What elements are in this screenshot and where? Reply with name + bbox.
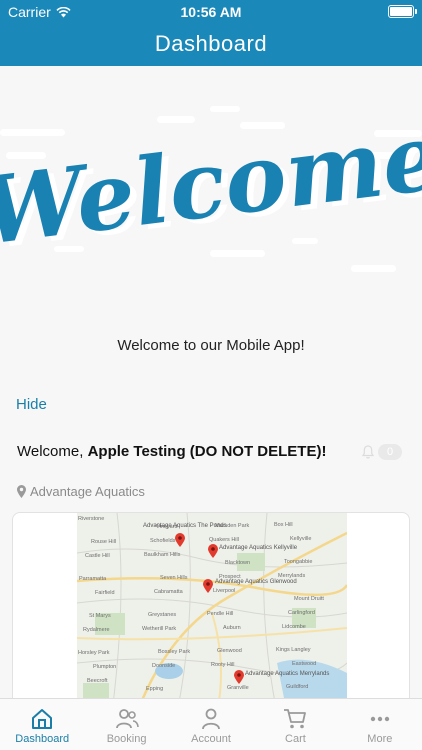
map-place-label: Auburn: [223, 625, 241, 631]
person-icon: [202, 708, 220, 730]
map-place-label: Quakers Hill: [209, 537, 239, 543]
map-place-label: Schofields: [150, 538, 176, 544]
cart-icon: [284, 709, 307, 729]
notification-count-badge: 0: [378, 444, 403, 460]
tab-account[interactable]: Account: [169, 699, 253, 750]
tab-booking[interactable]: Booking: [84, 699, 168, 750]
map-place-label: Eastwood: [292, 661, 317, 667]
tab-label: Booking: [106, 733, 147, 745]
map-place-label: Granville: [227, 685, 249, 691]
map-place-label: Carlingford: [288, 610, 315, 616]
greeting-prefix: Welcome,: [17, 443, 88, 460]
tab-bar: Dashboard Booking Account Cart More: [0, 698, 422, 750]
map-place-label: Fairfield: [95, 590, 115, 596]
map-place-label: Pendle Hill: [207, 611, 234, 617]
map-place-label: Liverpool: [213, 588, 236, 594]
map-place-label: Bossley Park: [158, 649, 191, 655]
map-place-label: Prospect: [219, 574, 241, 580]
map-place-label: Box Hill: [274, 522, 293, 528]
map-place-label: Rydalmere: [83, 627, 110, 633]
map-place-label: Lidcombe: [282, 624, 306, 630]
battery-icon: [388, 5, 417, 18]
notification-button[interactable]: 0: [362, 444, 403, 460]
map-place-label: Toongabbie: [284, 559, 313, 565]
home-icon: [32, 709, 53, 729]
map-place-label: Rooty Hill: [211, 662, 235, 668]
map-place-label: Glenwood: [217, 648, 242, 654]
map-marker-icon[interactable]: [234, 670, 244, 684]
map-place-label: Doonside: [152, 663, 176, 669]
tab-cart[interactable]: Cart: [253, 699, 337, 750]
map-place-label: Kellyville: [290, 536, 312, 542]
tab-label: Dashboard: [15, 733, 70, 745]
map-card[interactable]: Advantage Aquatics The Ponds Advantage A…: [12, 512, 410, 712]
welcome-banner: Welcome Welcome: [0, 66, 422, 316]
map-place-label: Horsley Park: [78, 650, 110, 656]
page-title: Dashboard: [154, 31, 268, 56]
map-place-label: Parramatta: [79, 576, 107, 582]
status-time: 10:56 AM: [180, 4, 242, 20]
bell-icon: [362, 445, 374, 459]
map-place-label: Epping: [146, 686, 164, 692]
map-place-label: Baulkham Hills: [144, 552, 181, 558]
tab-more[interactable]: More: [338, 699, 422, 750]
user-name: Apple Testing (DO NOT DELETE)!: [87, 443, 327, 460]
more-icon: [370, 716, 390, 722]
hide-button[interactable]: Hide: [16, 396, 47, 413]
tab-dashboard[interactable]: Dashboard: [0, 699, 84, 750]
status-bar: Carrier 10:56 AM: [0, 0, 422, 24]
nav-bar: Dashboard: [0, 24, 422, 66]
tab-label: More: [367, 733, 393, 745]
map-place-label: Castle Hill: [85, 553, 110, 559]
map-place-label: Rouse Hill: [91, 539, 117, 545]
map-place-label: Greystanes: [148, 612, 177, 618]
location-label: Advantage Aquatics: [30, 484, 145, 499]
map-place-label: Riverstone: [78, 516, 105, 522]
tab-label: Account: [191, 733, 231, 745]
map-place-label: St Marys: [89, 613, 111, 619]
user-greeting: Welcome, Apple Testing (DO NOT DELETE)!: [17, 442, 337, 462]
map-place-label: Merrylands: [278, 573, 306, 579]
map-place-label: Kings Langley: [276, 647, 311, 653]
location-pin-icon: [17, 485, 26, 498]
map-place-label: Cabramatta: [154, 589, 183, 595]
welcome-illustration: Welcome Welcome: [0, 102, 422, 272]
map-place-label: Vineyard: [156, 524, 178, 530]
people-icon: [115, 709, 139, 729]
user-location: Advantage Aquatics: [17, 484, 145, 499]
map-place-label: Wetherill Park: [142, 626, 177, 632]
map-marker-icon[interactable]: [203, 579, 213, 593]
map-marker-icon[interactable]: [175, 533, 185, 547]
map-place-label: Blacktown: [225, 560, 251, 566]
map-place-label: Marsden Park: [215, 523, 250, 529]
welcome-message: Welcome to our Mobile App!: [117, 337, 305, 354]
map-place-label: Plumpton: [93, 664, 117, 670]
map-place-label: Beecroft: [87, 678, 108, 684]
map-place-label: Seven Hills: [160, 575, 188, 581]
map-place-label: Guildford: [286, 684, 309, 690]
map-marker-label: Advantage Aquatics Merrylands: [245, 671, 330, 677]
map-place-label: Mount Druitt: [294, 596, 324, 602]
location-map[interactable]: Advantage Aquatics The Ponds Advantage A…: [76, 513, 349, 711]
map-marker-label: Advantage Aquatics Kellyville: [219, 545, 298, 551]
tab-label: Cart: [285, 733, 306, 745]
map-marker-icon[interactable]: [208, 544, 218, 558]
